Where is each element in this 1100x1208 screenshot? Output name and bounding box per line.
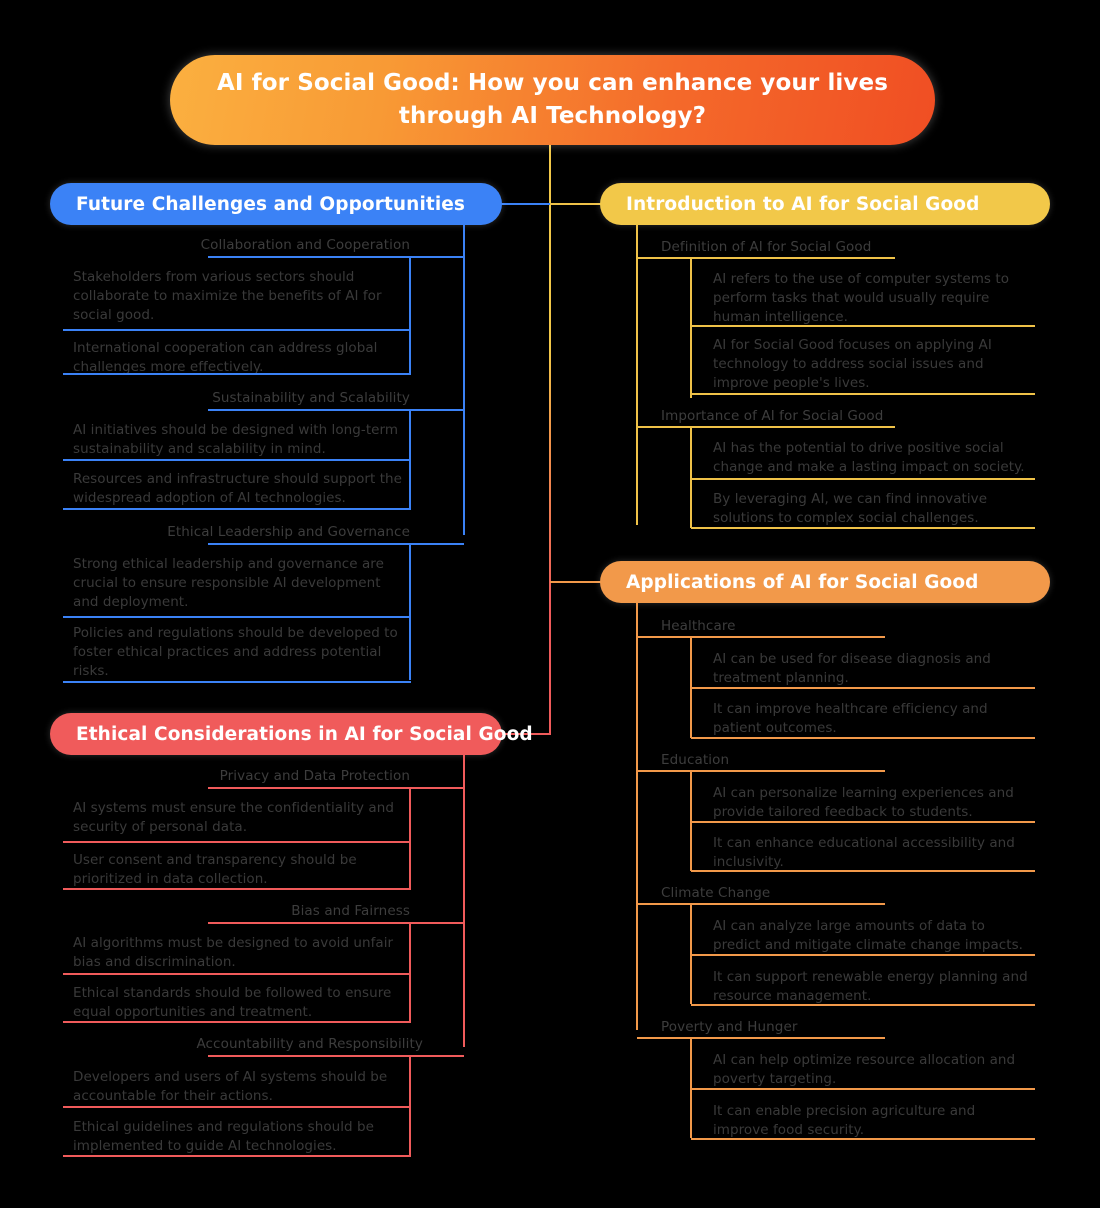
underline-leaf (691, 954, 1035, 956)
leaf-text: It can enhance educational accessibility… (713, 835, 1015, 871)
leaf-text: AI can analyze large amounts of data to … (713, 918, 1024, 954)
leaf-text: Stakeholders from various sectors should… (73, 269, 382, 324)
leaf-text: It can support renewable energy planning… (713, 969, 1028, 1005)
root-title-line2: through AI Technology? (398, 103, 707, 129)
underline-leaf (691, 478, 1035, 480)
connector-trunk-to-introduction (550, 203, 602, 205)
underline-leaf (63, 329, 411, 331)
branch-label-future-challenges: Future Challenges and Opportunities (76, 193, 466, 215)
topic-label-education: Education (661, 752, 730, 768)
underline-topic-privacy (208, 787, 464, 789)
underline-leaf (691, 325, 1035, 327)
root-title-line1: AI for Social Good: How you can enhance … (216, 69, 889, 96)
topic-label-importance: Importance of AI for Social Good (661, 408, 884, 424)
topic-label-definition: Definition of AI for Social Good (661, 239, 872, 255)
underline-topic-poverty-hunger (637, 1037, 885, 1039)
underline-topic-definition (637, 257, 895, 259)
leaf-text: AI systems must ensure the confidentiali… (73, 800, 394, 836)
leaf-text: Policies and regulations should be devel… (73, 625, 398, 680)
underline-topic-ethical-leadership (208, 543, 464, 545)
branch-head-future-challenges[interactable]: Future Challenges and Opportunities (50, 183, 502, 225)
root-title-node[interactable]: AI for Social Good: How you can enhance … (170, 55, 935, 145)
topic-label-poverty-hunger: Poverty and Hunger (661, 1019, 798, 1035)
underline-leaf (63, 1021, 411, 1023)
connector-trunk-to-future (500, 203, 550, 205)
leaf-text: Ethical standards should be followed to … (73, 985, 392, 1021)
underline-leaf (63, 373, 411, 375)
mindmap-canvas: AI for Social Good: How you can enhance … (0, 0, 1100, 1208)
underline-topic-climate-change (637, 903, 885, 905)
leaf-text: Ethical guidelines and regulations shoul… (73, 1119, 374, 1155)
underline-leaf (691, 737, 1035, 739)
leaf-text: AI has the potential to drive positive s… (713, 440, 1025, 476)
underline-leaf (691, 870, 1035, 872)
underline-topic-bias-fairness (208, 922, 464, 924)
branch-label-introduction: Introduction to AI for Social Good (626, 193, 980, 215)
underline-leaf (63, 888, 411, 890)
underline-leaf (63, 616, 411, 618)
central-trunk (549, 145, 551, 735)
leaf-text: AI for Social Good focuses on applying A… (713, 337, 992, 392)
leaf-text: AI refers to the use of computer systems… (713, 271, 1010, 326)
leaf-text: User consent and transparency should be … (73, 852, 357, 888)
underline-leaf (63, 841, 411, 843)
spine-l2-applications (636, 603, 638, 1030)
underline-leaf (691, 527, 1035, 529)
spine-l3-collaboration (409, 257, 411, 373)
underline-leaf (691, 1138, 1035, 1140)
leaf-text: AI can be used for disease diagnosis and… (713, 651, 991, 687)
topic-label-ethical-leadership: Ethical Leadership and Governance (167, 524, 410, 540)
underline-leaf (691, 821, 1035, 823)
leaf-text: International cooperation can address gl… (73, 340, 378, 376)
underline-topic-accountability (208, 1055, 464, 1057)
spine-l3-definition (690, 258, 692, 398)
underline-leaf (63, 459, 411, 461)
underline-leaf (63, 1155, 411, 1157)
spine-l3-privacy (409, 788, 411, 889)
underline-leaf (691, 1088, 1035, 1090)
underline-leaf (63, 1106, 411, 1108)
branch-label-applications: Applications of AI for Social Good (626, 571, 979, 593)
underline-leaf (691, 393, 1035, 395)
underline-topic-collaboration (208, 256, 464, 258)
underline-leaf (691, 687, 1035, 689)
leaf-text: Strong ethical leadership and governance… (73, 556, 384, 611)
branch-head-ethical-considerations[interactable]: Ethical Considerations in AI for Social … (50, 713, 533, 755)
topic-label-collaboration: Collaboration and Cooperation (200, 237, 410, 253)
leaf-text: Resources and infrastructure should supp… (73, 471, 403, 507)
spine-l2-future (463, 225, 465, 535)
leaf-text: Developers and users of AI systems shoul… (73, 1069, 388, 1105)
connector-trunk-to-applications (550, 581, 602, 583)
underline-topic-importance (637, 426, 895, 428)
underline-leaf (63, 681, 411, 683)
topic-label-bias-fairness: Bias and Fairness (291, 903, 410, 919)
leaf-text: It can enable precision agriculture and … (713, 1103, 976, 1139)
underline-topic-healthcare (637, 636, 885, 638)
topic-label-healthcare: Healthcare (661, 618, 736, 634)
branch-head-introduction[interactable]: Introduction to AI for Social Good (600, 183, 1050, 225)
leaf-text: By leveraging AI, we can find innovative… (713, 491, 988, 527)
leaf-text: AI algorithms must be designed to avoid … (73, 935, 394, 971)
topic-label-climate-change: Climate Change (661, 885, 771, 901)
branch-head-applications[interactable]: Applications of AI for Social Good (600, 561, 1050, 603)
root-title-text: AI for Social Good: How you can enhance … (217, 67, 888, 134)
underline-leaf (691, 1004, 1035, 1006)
underline-leaf (63, 973, 411, 975)
leaf-text: AI initiatives should be designed with l… (73, 422, 399, 458)
topic-label-privacy: Privacy and Data Protection (219, 768, 410, 784)
topic-label-accountability: Accountability and Responsibility (196, 1036, 423, 1052)
spine-l2-ethical (463, 755, 465, 1047)
branch-label-ethical-considerations: Ethical Considerations in AI for Social … (76, 723, 533, 745)
underline-topic-education (637, 770, 885, 772)
leaf-text: AI can personalize learning experiences … (713, 785, 1014, 821)
topic-label-sustainability: Sustainability and Scalability (212, 390, 410, 406)
spine-l3-ethical-leadership (409, 544, 411, 680)
leaf-text: AI can help optimize resource allocation… (713, 1052, 1016, 1088)
underline-topic-sustainability (208, 409, 464, 411)
leaf-text: It can improve healthcare efficiency and… (713, 701, 988, 737)
spine-l2-introduction (636, 225, 638, 525)
underline-leaf (63, 508, 411, 510)
